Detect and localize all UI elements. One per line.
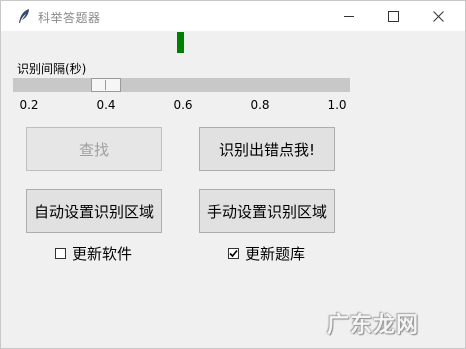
window-title: 科举答题器 <box>38 11 101 25</box>
title-bar[interactable]: 科举答题器 <box>1 1 465 31</box>
report-error-button[interactable]: 识别出错点我! <box>199 127 335 171</box>
close-button[interactable] <box>415 1 461 31</box>
scale-tick-label: 0.2 <box>19 98 39 112</box>
scale-tick-label: 0.6 <box>173 98 193 112</box>
status-indicator <box>177 32 184 53</box>
slider-handle-grip <box>105 80 106 90</box>
app-window: 科举答题器 识别间隔(秒) 0.2 0.4 0.6 0.8 1.0 查找 识别出… <box>0 0 466 349</box>
interval-slider-handle[interactable] <box>91 78 121 92</box>
update-question-bank-label: 更新题库 <box>245 245 306 263</box>
maximize-icon <box>387 10 399 22</box>
interval-scale-label: 识别间隔(秒) <box>17 62 87 76</box>
minimize-icon <box>343 11 355 22</box>
feather-icon <box>17 8 31 24</box>
search-button[interactable]: 查找 <box>26 127 162 171</box>
auto-set-region-button[interactable]: 自动设置识别区域 <box>26 189 162 233</box>
scale-tick-label: 0.4 <box>96 98 116 112</box>
update-software-label: 更新软件 <box>72 245 133 263</box>
checkbox-checked[interactable] <box>228 248 239 259</box>
manual-set-region-button[interactable]: 手动设置识别区域 <box>199 189 335 233</box>
maximize-button[interactable] <box>370 1 416 31</box>
scale-tick-label: 0.8 <box>250 98 270 112</box>
checkbox-unchecked[interactable] <box>55 248 66 259</box>
watermark: 广东龙网 <box>327 313 420 338</box>
update-question-bank-checkbox[interactable]: 更新题库 <box>228 243 305 264</box>
update-software-checkbox[interactable]: 更新软件 <box>55 243 132 264</box>
scale-tick-label: 1.0 <box>327 98 347 112</box>
close-icon <box>432 10 444 22</box>
minimize-button[interactable] <box>326 1 372 31</box>
interval-slider-trough[interactable] <box>13 78 350 92</box>
